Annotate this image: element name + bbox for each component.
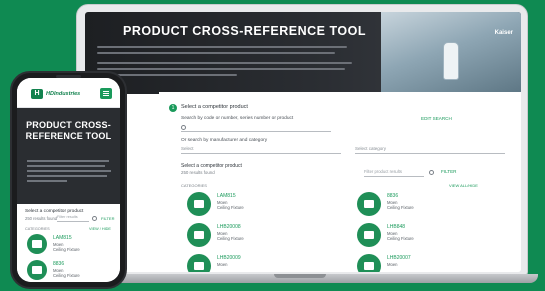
laptop-mockup: PRODUCT CROSS-REFERENCE TOOL Kaiser 1 Se… <box>76 4 538 286</box>
product-brand: Moen <box>387 262 398 267</box>
results-count: 250 results found <box>25 216 58 221</box>
product-category: Ceiling Fixture <box>387 236 414 241</box>
product-icon <box>187 223 211 247</box>
product-category: Ceiling Fixture <box>53 273 80 278</box>
edit-search-link[interactable]: EDIT SEARCH <box>421 116 452 121</box>
results-count: 250 results found <box>181 170 215 175</box>
product-card[interactable]: LAM815 Moen Ceiling Fixture <box>27 234 117 258</box>
product-card[interactable]: LHB20009 Moen <box>187 254 271 272</box>
product-category: Ceiling Fixture <box>217 205 244 210</box>
hero-text-line <box>27 170 111 172</box>
phone-hero: PRODUCT CROSS-REFERENCE TOOL <box>17 108 120 204</box>
product-name: LHB20007 <box>387 255 411 261</box>
product-icon <box>27 234 47 254</box>
phone-mockup: H HDIndustries PRODUCT CROSS-REFERENCE T… <box>10 71 127 289</box>
product-category: Ceiling Fixture <box>53 247 80 252</box>
hero-text-line <box>97 68 345 70</box>
search-label: Search by code or number, series number … <box>181 116 294 121</box>
hero-logo: Kaiser <box>494 30 513 36</box>
select-prompt: Select a competitor product <box>181 163 242 169</box>
step-number-badge: 1 <box>169 104 177 112</box>
laptop-frame: PRODUCT CROSS-REFERENCE TOOL Kaiser 1 Se… <box>76 4 528 276</box>
category-select[interactable]: Select category <box>355 145 505 154</box>
filter-input-placeholder: Filter results <box>57 215 78 219</box>
hero-text-line <box>27 165 105 167</box>
product-card[interactable]: LHB20007 Moen <box>357 254 441 272</box>
hero-text-line <box>27 175 107 177</box>
phone-page-title: PRODUCT CROSS-REFERENCE TOOL <box>25 120 112 141</box>
laptop-screen: PRODUCT CROSS-REFERENCE TOOL Kaiser 1 Se… <box>85 12 521 272</box>
product-category: Ceiling Fixture <box>387 205 414 210</box>
hero-photo: Kaiser <box>381 12 521 94</box>
step-title: Select a competitor product <box>181 104 248 110</box>
page-title: PRODUCT CROSS-REFERENCE TOOL <box>123 24 366 38</box>
hero-text-line <box>97 46 347 48</box>
product-name: 8836 <box>53 261 65 267</box>
hero-text-line <box>27 160 109 162</box>
view-all-link[interactable]: VIEW / HIDE <box>89 227 111 231</box>
manufacturer-select[interactable]: Select <box>181 145 341 154</box>
product-card[interactable]: 8836 Moen Ceiling Fixture <box>27 260 117 282</box>
filter-button[interactable]: FILTER <box>101 216 114 221</box>
phone-header: H HDIndustries <box>17 78 120 108</box>
product-brand: Moen <box>217 262 228 267</box>
hero-text-line <box>27 180 67 182</box>
product-name: LAM815 <box>217 193 236 199</box>
phone-results: Select a competitor product 250 results … <box>17 204 120 282</box>
product-card[interactable]: LAM815 Moen Ceiling Fixture <box>187 192 271 218</box>
hero-text-line <box>97 62 352 64</box>
product-card[interactable]: LHB20008 Moen Ceiling Fixture <box>187 223 271 249</box>
brand-name[interactable]: HDIndustries <box>46 91 80 97</box>
view-all-link[interactable]: VIEW ALL/HIDE <box>449 183 478 188</box>
bottle-illustration <box>443 42 459 80</box>
product-icon <box>357 192 381 216</box>
product-name: LHB20008 <box>217 224 241 230</box>
select-prompt: Select a competitor product <box>25 209 84 214</box>
product-icon <box>187 254 211 272</box>
search-panel: 1 Select a competitor product Search by … <box>159 92 521 272</box>
product-icon <box>357 254 381 272</box>
search-icon[interactable] <box>92 216 97 221</box>
phone-screen: H HDIndustries PRODUCT CROSS-REFERENCE T… <box>17 78 120 282</box>
laptop-notch <box>274 274 326 278</box>
product-name: 8836 <box>387 193 399 199</box>
search-input[interactable] <box>181 123 331 132</box>
manufacturer-label: Or search by manufacturer and category <box>181 138 268 143</box>
product-card[interactable]: LHB848 Moen Ceiling Fixture <box>357 223 441 249</box>
category-select-value: Select category <box>355 146 387 151</box>
filter-input[interactable]: Filter product results <box>364 168 424 177</box>
hamburger-menu-icon[interactable] <box>100 88 112 99</box>
products-header: CATEGORIES <box>181 183 207 188</box>
brand-logo-icon[interactable]: H <box>31 89 43 99</box>
product-category: Ceiling Fixture <box>217 236 244 241</box>
product-name: LAM815 <box>53 235 72 241</box>
product-name: LHB848 <box>387 224 406 230</box>
search-icon[interactable] <box>429 170 434 175</box>
product-icon <box>27 260 47 280</box>
categories-label: CATEGORIES <box>25 227 50 231</box>
search-icon <box>181 125 186 130</box>
hero-text-line <box>97 52 335 54</box>
product-name: LHB20009 <box>217 255 241 261</box>
product-icon <box>357 223 381 247</box>
product-card[interactable]: 8836 Moen Ceiling Fixture <box>357 192 441 218</box>
filter-input-placeholder: Filter product results <box>364 169 402 174</box>
manufacturer-select-value: Select <box>181 146 194 151</box>
filter-input[interactable]: Filter results <box>57 215 89 222</box>
filter-button[interactable]: FILTER <box>441 169 456 174</box>
product-icon <box>187 192 211 216</box>
hero-banner: PRODUCT CROSS-REFERENCE TOOL Kaiser <box>85 12 521 94</box>
